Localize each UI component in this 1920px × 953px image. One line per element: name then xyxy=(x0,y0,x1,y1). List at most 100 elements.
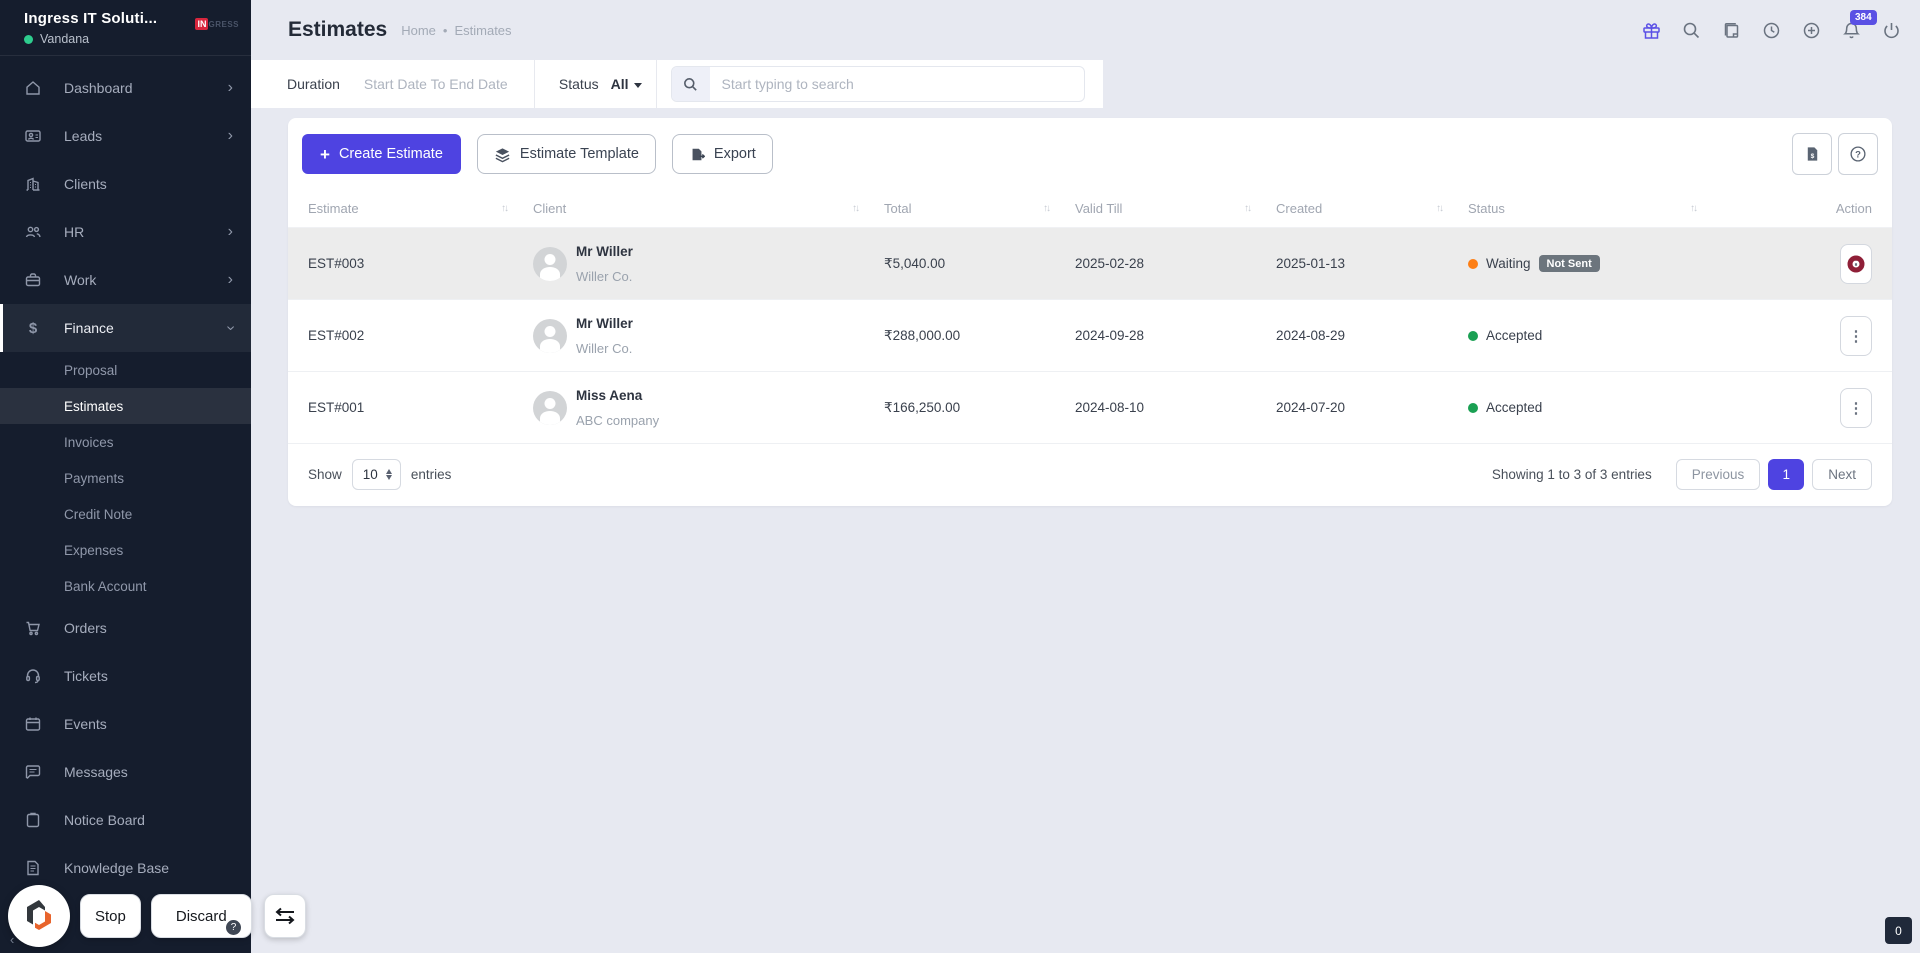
column-header-status[interactable]: Status ↑↓ xyxy=(1468,201,1722,216)
estimate-template-button[interactable]: Estimate Template xyxy=(476,134,656,174)
sidebar-item-label: Orders xyxy=(64,620,107,636)
next-page-button[interactable]: Next xyxy=(1812,459,1872,490)
sidebar-item-finance[interactable]: $ Finance › xyxy=(0,304,251,352)
sidebar-subitem-credit-note[interactable]: Credit Note xyxy=(0,496,251,532)
column-header-total[interactable]: Total ↑↓ xyxy=(884,201,1075,216)
previous-page-button[interactable]: Previous xyxy=(1675,459,1761,490)
row-actions-button[interactable]: ⋮ xyxy=(1840,315,1872,356)
client-cell[interactable]: Mr Willer Willer Co. xyxy=(533,316,884,356)
sidebar-item-work[interactable]: Work › xyxy=(0,256,251,304)
sidebar-subitem-payments[interactable]: Payments xyxy=(0,460,251,496)
chevron-right-icon: › xyxy=(227,223,233,240)
status-cell: Accepted xyxy=(1468,400,1722,415)
sort-icon[interactable]: ↑↓ xyxy=(501,203,509,214)
sidebar-item-leads[interactable]: Leads › xyxy=(0,112,251,160)
client-name[interactable]: Mr Willer xyxy=(576,316,633,331)
chevron-right-icon: › xyxy=(227,79,233,96)
search-icon[interactable] xyxy=(1680,19,1702,41)
created-value: 2024-08-29 xyxy=(1276,328,1346,343)
estimate-number[interactable]: EST#001 xyxy=(308,400,533,415)
table-row[interactable]: EST#003 Mr Willer Willer Co. ₹5,040.00 20… xyxy=(288,228,1892,300)
chevron-right-icon: › xyxy=(227,271,233,288)
svg-text:?: ? xyxy=(1855,149,1861,160)
status-cell: Waiting Not Sent xyxy=(1468,255,1722,272)
user-name: Vandana xyxy=(40,32,90,46)
page-number-button[interactable]: 1 xyxy=(1768,459,1805,490)
sort-icon[interactable]: ↑↓ xyxy=(852,203,860,214)
home-icon xyxy=(24,79,42,97)
client-company: ABC company xyxy=(576,412,660,428)
sidebar-subitem-invoices[interactable]: Invoices xyxy=(0,424,251,460)
breadcrumb: Home • Estimates xyxy=(401,23,511,38)
sort-icon[interactable]: ↑↓ xyxy=(1043,203,1051,214)
row-actions-button[interactable]: ⋮ xyxy=(1840,387,1872,428)
plus-icon: + xyxy=(320,144,330,164)
client-cell[interactable]: Miss Aena ABC company xyxy=(533,388,884,428)
swap-arrows-button[interactable] xyxy=(263,894,306,938)
invoice-file-button[interactable]: $ xyxy=(1792,133,1832,175)
sidebar-item-clients[interactable]: Clients xyxy=(0,160,251,208)
sidebar-subitem-proposal[interactable]: Proposal xyxy=(0,352,251,388)
company-logo: IN GRESS xyxy=(195,18,239,30)
client-cell[interactable]: Mr Willer Willer Co. xyxy=(533,244,884,284)
valid-till-value: 2024-08-10 xyxy=(1075,400,1145,415)
sidebar-item-label: Tickets xyxy=(64,668,108,684)
page-size-select[interactable]: 10 xyxy=(351,459,401,490)
status-dropdown[interactable]: All xyxy=(611,76,642,92)
sidebar-item-dashboard[interactable]: Dashboard › xyxy=(0,64,251,112)
sidebar-item-orders[interactable]: Orders xyxy=(0,604,251,652)
stop-button[interactable]: Stop xyxy=(80,894,141,938)
sidebar-item-tickets[interactable]: Tickets xyxy=(0,652,251,700)
column-header-client[interactable]: Client ↑↓ xyxy=(533,201,884,216)
status-label: Status xyxy=(558,76,599,92)
estimate-number[interactable]: EST#003 xyxy=(308,256,533,271)
sort-icon[interactable]: ↑↓ xyxy=(1244,203,1252,214)
headset-icon xyxy=(24,667,42,685)
status-text: Waiting xyxy=(1486,256,1531,271)
id-card-icon xyxy=(24,127,42,145)
client-name[interactable]: Mr Willer xyxy=(576,244,633,259)
power-icon[interactable] xyxy=(1880,19,1902,41)
sidebar-item-label: HR xyxy=(64,224,85,240)
recorder-help-icon[interactable]: ? xyxy=(226,920,241,935)
estimate-number[interactable]: EST#002 xyxy=(308,328,533,343)
estimates-card: + Create Estimate Estimate Template Expo… xyxy=(288,118,1892,506)
top-bar: Estimates Home • Estimates 384 xyxy=(251,0,1920,60)
breadcrumb-separator: • xyxy=(442,22,448,38)
table-row[interactable]: EST#002 Mr Willer Willer Co. ₹288,000.00 … xyxy=(288,300,1892,372)
duration-input[interactable] xyxy=(363,76,534,92)
select-arrows-icon xyxy=(385,469,392,480)
column-header-estimate[interactable]: Estimate ↑↓ xyxy=(308,201,533,216)
export-button[interactable]: Export xyxy=(671,134,773,174)
sidebar-item-notice-board[interactable]: Notice Board xyxy=(0,796,251,844)
client-company: Willer Co. xyxy=(576,340,633,356)
recorder-logo[interactable] xyxy=(8,885,70,947)
users-icon xyxy=(24,223,42,241)
column-header-valid-till[interactable]: Valid Till ↑↓ xyxy=(1075,201,1276,216)
sidebar-item-label: Clients xyxy=(64,176,107,192)
sort-icon[interactable]: ↑↓ xyxy=(1436,203,1444,214)
breadcrumb-home[interactable]: Home xyxy=(401,23,436,38)
clock-icon[interactable] xyxy=(1760,19,1782,41)
sidebar-subitem-estimates[interactable]: Estimates xyxy=(0,388,251,424)
gift-icon[interactable] xyxy=(1640,19,1662,41)
sidebar-subitem-expenses[interactable]: Expenses xyxy=(0,532,251,568)
sort-icon[interactable]: ↑↓ xyxy=(1690,203,1698,214)
create-estimate-button[interactable]: + Create Estimate xyxy=(302,134,461,174)
bell-icon[interactable]: 384 xyxy=(1840,10,1877,41)
sidebar-subitem-bank-account[interactable]: Bank Account xyxy=(0,568,251,604)
table-row[interactable]: EST#001 Miss Aena ABC company ₹166,250.00… xyxy=(288,372,1892,444)
total-value: ₹166,250.00 xyxy=(884,399,961,415)
notes-icon[interactable] xyxy=(1720,19,1742,41)
column-header-created[interactable]: Created ↑↓ xyxy=(1276,201,1468,216)
help-button[interactable]: ? xyxy=(1838,133,1878,175)
status-text: Accepted xyxy=(1486,400,1543,415)
sidebar-item-hr[interactable]: HR › xyxy=(0,208,251,256)
search-input[interactable] xyxy=(709,76,1084,92)
client-name[interactable]: Miss Aena xyxy=(576,388,659,403)
total-value: ₹5,040.00 xyxy=(884,255,946,271)
sidebar-item-messages[interactable]: Messages xyxy=(0,748,251,796)
plus-circle-icon[interactable] xyxy=(1800,19,1822,41)
sidebar-item-events[interactable]: Events xyxy=(0,700,251,748)
row-actions-button[interactable]: ⋮ xyxy=(1840,243,1872,284)
